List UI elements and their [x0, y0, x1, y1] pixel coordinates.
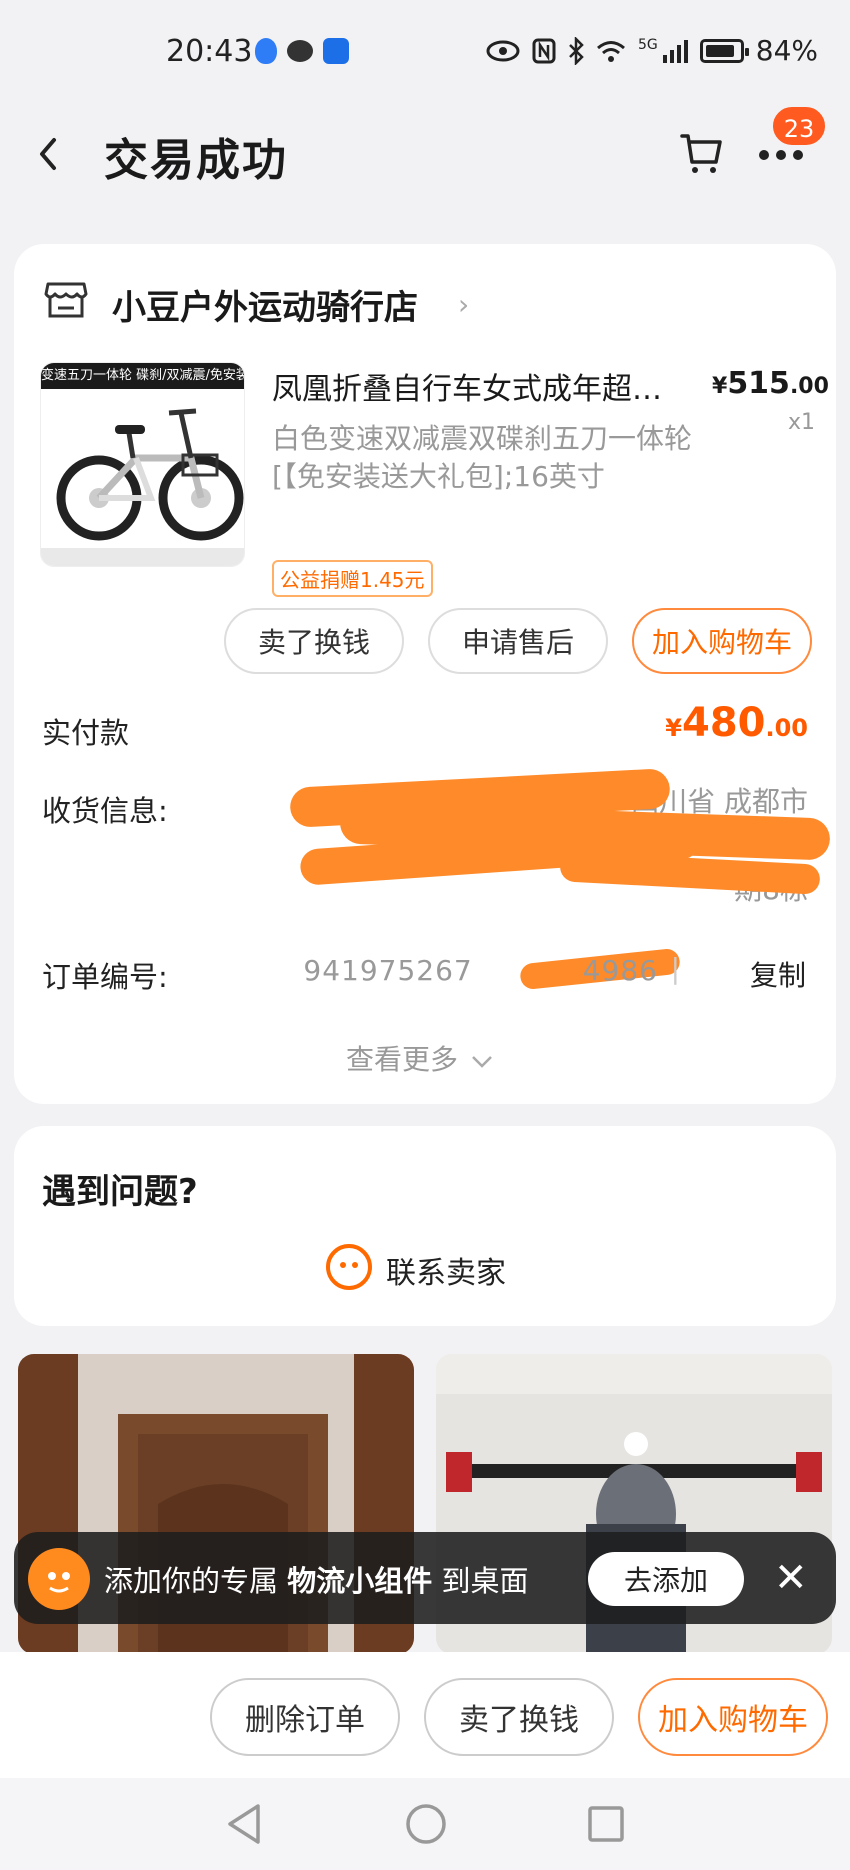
view-more-button[interactable]: 查看更多 [346, 1038, 493, 1078]
nav-home-icon[interactable] [404, 1802, 448, 1846]
message-badge: 23 [770, 104, 828, 148]
product-price: ¥515.00 [712, 366, 829, 401]
order-separator: | [670, 952, 680, 985]
back-arrow-icon[interactable] [34, 134, 64, 174]
bicycle-icon [56, 408, 244, 541]
problem-title: 遇到问题? [42, 1172, 198, 1212]
shipping-address-tail: 期8栋 [734, 873, 808, 906]
paid-symbol: ¥ [665, 714, 682, 742]
add-widget-button[interactable]: 去添加 [588, 1552, 744, 1606]
contact-seller-icon[interactable] [326, 1244, 372, 1290]
contact-seller-button[interactable]: 联系卖家 [386, 1248, 506, 1292]
paid-amount: ¥480.00 [665, 700, 808, 746]
product-quantity: x1 [788, 410, 816, 435]
wechat-icon [287, 40, 313, 62]
nav-back-icon[interactable] [224, 1802, 264, 1846]
product-spec: 白色变速双减震双碟刹五刀一体轮[【免安装送大礼包];16英寸 [272, 422, 693, 493]
shop-name[interactable]: 小豆户外运动骑行店 [112, 280, 418, 329]
status-time: 20:43 [166, 34, 253, 69]
nfc-icon [532, 38, 556, 63]
mascot-icon [28, 1548, 90, 1610]
shipping-address: 四川省 成都市 期8栋 [272, 780, 808, 912]
cart-icon[interactable] [678, 130, 724, 176]
order-number-head: 941975267 [303, 954, 473, 987]
order-number-label: 订单编号: [42, 960, 168, 994]
paid-dec: .00 [765, 714, 808, 742]
widget-promo-text: 添加你的专属 物流小组件 到桌面 [104, 1558, 528, 1600]
widget-highlight: 物流小组件 [287, 1564, 433, 1598]
shield-icon [255, 38, 277, 64]
sell-button[interactable]: 卖了换钱 [424, 1678, 614, 1756]
shop-icon [44, 282, 88, 318]
after-sale-button[interactable]: 申请售后 [428, 608, 608, 674]
product-title[interactable]: 凤凰折叠自行车女式成年超… [272, 364, 692, 408]
car-app-icon [323, 38, 349, 64]
status-app-icons [255, 38, 349, 64]
problem-card [14, 1126, 836, 1326]
price-symbol: ¥ [712, 374, 728, 399]
add-to-cart-item-button[interactable]: 加入购物车 [632, 608, 812, 674]
eye-icon [486, 40, 520, 61]
price-dec: .00 [789, 374, 829, 399]
shipping-label: 收货信息: [42, 794, 168, 828]
network-type: 5G [638, 36, 658, 53]
signal-icon [662, 39, 688, 63]
copy-order-button[interactable]: 复制 [750, 954, 806, 994]
paid-int: 480 [681, 700, 766, 746]
product-image[interactable]: 变速五刀一体轮 碟刹/双减震/免安装 [40, 362, 245, 567]
bluetooth-icon [569, 36, 584, 65]
order-number: 941975267 4986 [303, 954, 658, 987]
status-right: 5G 84% [486, 34, 818, 67]
battery-percent: 84% [755, 34, 818, 67]
sell-item-button[interactable]: 卖了换钱 [224, 608, 404, 674]
shipping-address-visible: 四川省 成都市 [631, 785, 808, 818]
widget-suffix: 到桌面 [441, 1564, 529, 1598]
wifi-icon [597, 40, 625, 62]
chevron-down-icon [472, 1056, 492, 1068]
view-more-label: 查看更多 [346, 1043, 459, 1076]
battery-icon [699, 38, 749, 63]
product-image-strip [41, 548, 244, 566]
close-icon[interactable]: ✕ [774, 1558, 808, 1598]
charity-tag: 公益捐赠1.45元 [272, 560, 433, 597]
delete-order-button[interactable]: 删除订单 [210, 1678, 400, 1756]
chevron-right-icon[interactable]: › [458, 288, 469, 321]
payment-label: 实付款 [42, 716, 130, 750]
nav-recents-icon[interactable] [586, 1804, 626, 1844]
widget-prefix: 添加你的专属 [104, 1564, 279, 1598]
add-to-cart-button[interactable]: 加入购物车 [638, 1678, 828, 1756]
page-title: 交易成功 [104, 135, 288, 186]
price-int: 515 [727, 366, 790, 401]
order-number-tail: 4986 [582, 954, 658, 987]
